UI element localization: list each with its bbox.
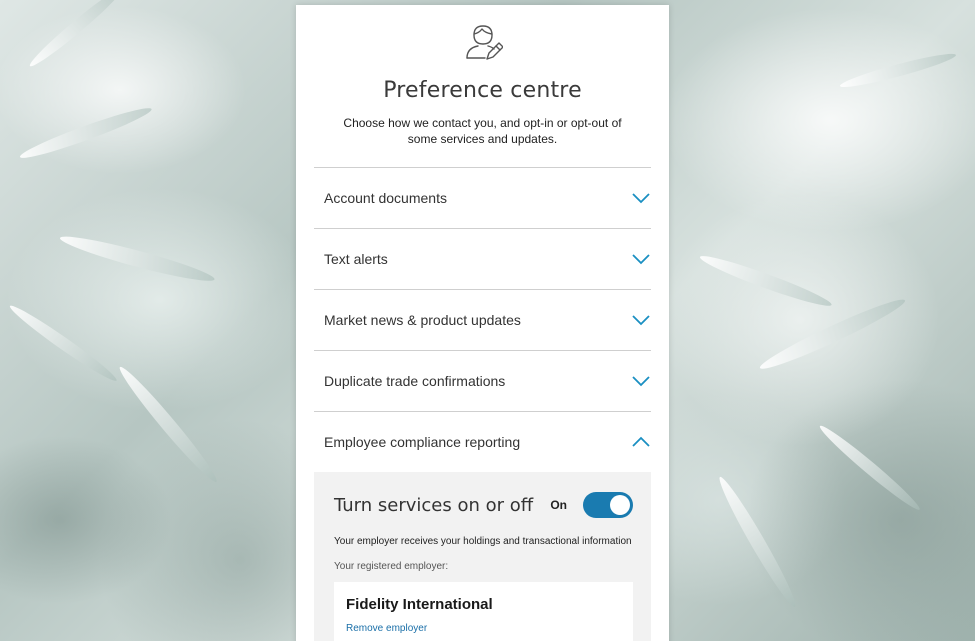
section-employee-compliance-reporting[interactable]: Employee compliance reporting: [314, 411, 651, 472]
employer-name: Fidelity International: [346, 596, 493, 613]
section-text-alerts[interactable]: Text alerts: [314, 228, 651, 289]
chevron-up-icon: [632, 436, 650, 447]
employer-card: Fidelity International Remove employer: [334, 582, 633, 641]
chevron-down-icon: [632, 193, 650, 204]
section-account-documents[interactable]: Account documents: [314, 167, 651, 228]
preference-sections: Account documents Text alerts Market new…: [314, 167, 651, 641]
chevron-down-icon: [632, 376, 650, 387]
registered-employer-label: Your registered employer:: [334, 561, 449, 572]
header: Preference centre Choose how we contact …: [296, 5, 669, 147]
page-subtitle: Choose how we contact you, and opt-in or…: [343, 116, 622, 146]
section-duplicate-trade-confirmations[interactable]: Duplicate trade confirmations: [314, 350, 651, 411]
section-label: Duplicate trade confirmations: [324, 373, 506, 389]
preference-centre-card: Preference centre Choose how we contact …: [296, 5, 669, 641]
section-label: Account documents: [324, 190, 447, 206]
chevron-down-icon: [632, 315, 650, 326]
section-market-news[interactable]: Market news & product updates: [314, 289, 651, 350]
section-label: Employee compliance reporting: [324, 434, 521, 450]
services-toggle[interactable]: [583, 492, 633, 518]
section-label: Market news & product updates: [324, 312, 521, 328]
toggle-state-label: On: [550, 498, 567, 512]
remove-employer-link[interactable]: Remove employer: [346, 623, 427, 634]
compliance-description: Your employer receives your holdings and…: [334, 536, 632, 547]
section-label: Text alerts: [324, 251, 388, 267]
services-toggle-title: Turn services on or off: [334, 494, 534, 516]
chevron-down-icon: [632, 254, 650, 265]
compliance-panel: Turn services on or off On Your employer…: [314, 472, 651, 641]
toggle-knob: [610, 495, 630, 515]
page-title: Preference centre: [383, 78, 582, 103]
user-edit-icon: [463, 23, 504, 63]
